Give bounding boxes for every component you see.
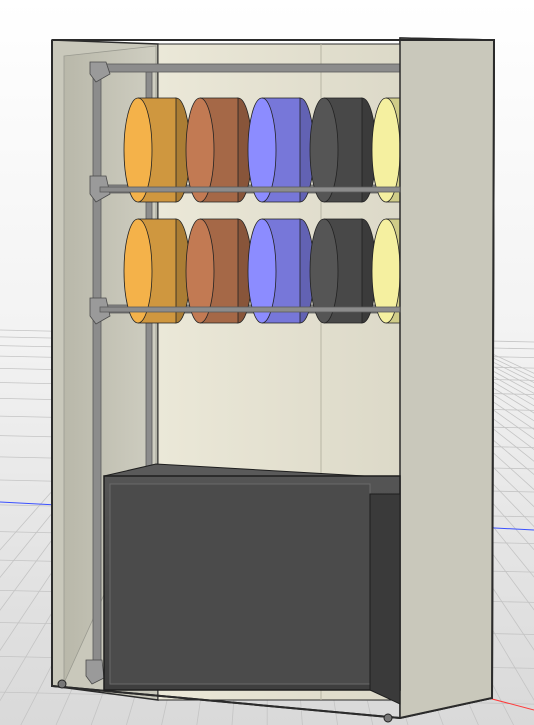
3d-viewport[interactable]: [0, 0, 534, 725]
spool-axle-top: [99, 186, 401, 193]
rack-top-rail: [99, 63, 401, 73]
spool-row-top: [123, 97, 439, 203]
cabinet-right-side-panel-overlay: [399, 37, 495, 719]
spool-front-flange[interactable]: [123, 97, 153, 203]
drybox-right-face: [369, 493, 401, 705]
rack-vertical-pipe-front: [92, 67, 102, 669]
cabinet-foot-right: [383, 713, 393, 723]
spool-axle-bottom: [99, 306, 401, 313]
spool-front-flange[interactable]: [247, 97, 277, 203]
spool-front-flange[interactable]: [309, 97, 339, 203]
spool-front-flange[interactable]: [371, 97, 401, 203]
drybox-front-inset: [109, 483, 371, 685]
cabinet-model-scene[interactable]: [0, 0, 534, 725]
spool-front-flange[interactable]: [185, 97, 215, 203]
cabinet-foot-left: [57, 679, 67, 689]
